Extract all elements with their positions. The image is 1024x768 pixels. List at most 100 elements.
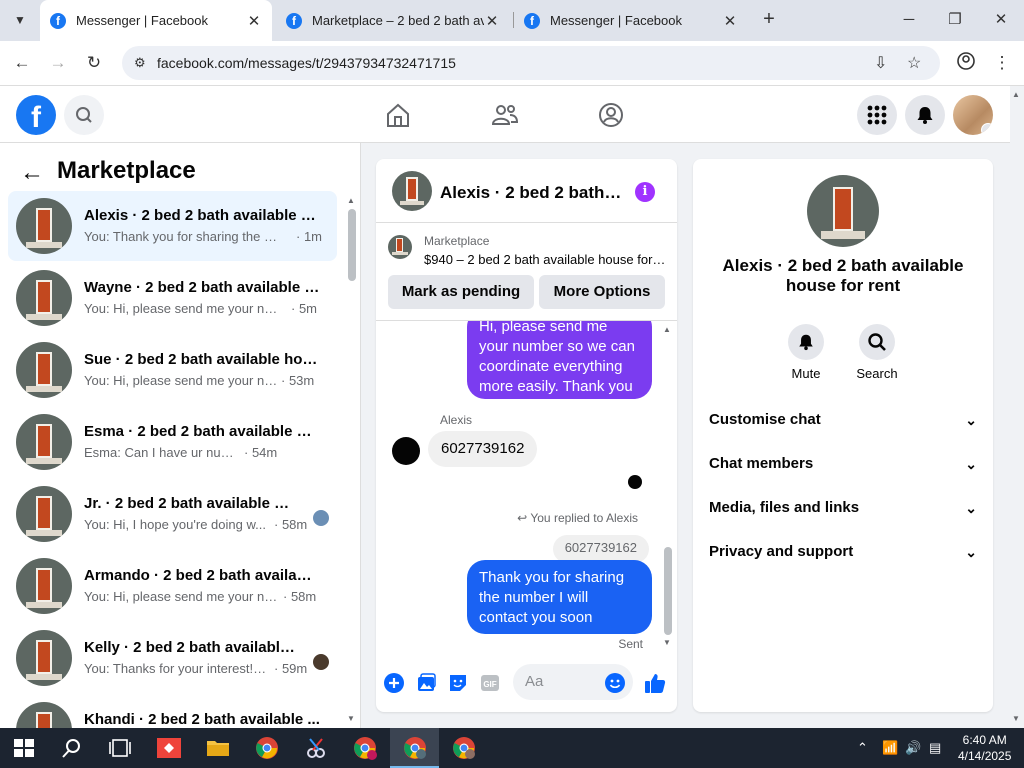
conversation-snippet: You: Thanks for your interest! T... [84, 661, 269, 676]
task-view-icon[interactable] [108, 736, 132, 760]
emoji-icon[interactable] [604, 672, 626, 694]
conversation-item[interactable]: Sue · 2 bed 2 bath available hou... You:… [8, 335, 337, 405]
search-icon[interactable] [859, 324, 895, 360]
close-tab-icon[interactable]: ✕ [484, 12, 500, 30]
chat-scroll-up-icon[interactable]: ▲ [663, 325, 671, 334]
incoming-message[interactable]: 6027739162 [428, 431, 538, 467]
mark-as-pending-button[interactable]: Mark as pending [388, 275, 534, 309]
minimize-window-icon[interactable]: ─ [894, 8, 924, 32]
anydesk-app-icon[interactable] [157, 736, 181, 760]
sticker-icon[interactable] [447, 672, 469, 694]
chrome-icon[interactable] [255, 736, 279, 760]
info-icon[interactable]: i [635, 182, 655, 202]
friends-icon[interactable] [490, 100, 520, 130]
tab-messenger-2[interactable]: f Messenger | Facebook ✕ [514, 0, 748, 41]
gif-icon[interactable]: GIF [479, 672, 501, 694]
install-app-icon[interactable]: ⇩ [874, 53, 887, 73]
chrome-second-profile-icon[interactable] [452, 736, 476, 760]
like-thumbs-up-icon[interactable] [643, 671, 667, 695]
mute-action[interactable]: Mute [776, 324, 836, 381]
groups-icon[interactable] [596, 100, 626, 130]
section-customise-chat[interactable]: Customise chat ⌄ [709, 408, 979, 432]
snipping-tool-icon[interactable] [304, 736, 328, 760]
forward-icon[interactable]: → [46, 51, 70, 75]
sidebar-scrollbar[interactable] [348, 209, 356, 281]
page-scroll-down-icon[interactable]: ▼ [1012, 714, 1020, 723]
back-icon[interactable]: ← [10, 51, 34, 75]
chrome-active-icon[interactable] [403, 736, 427, 760]
windows-start-icon[interactable] [12, 736, 36, 760]
search-icon[interactable] [64, 95, 104, 135]
conversation-time: · 54m [244, 445, 278, 460]
conversation-item[interactable]: Esma · 2 bed 2 bath available ho... Esma… [8, 407, 337, 477]
scroll-down-arrow-icon[interactable]: ▼ [347, 714, 355, 723]
reload-icon[interactable]: ↻ [82, 51, 106, 75]
menu-grid-icon[interactable] [857, 95, 897, 135]
photo-gallery-icon[interactable] [415, 672, 437, 694]
facebook-logo-icon[interactable]: f [16, 95, 56, 135]
notifications-bell-icon[interactable] [905, 95, 945, 135]
close-tab-icon[interactable]: ✕ [722, 12, 738, 30]
close-tab-icon[interactable]: ✕ [246, 12, 262, 30]
participant-avatar [313, 510, 329, 526]
conversation-name: Armando · 2 bed 2 bath availabl... [84, 567, 320, 584]
conversation-item[interactable]: Khandi · 2 bed 2 bath available ... [8, 695, 337, 728]
conversation-name: Sue · 2 bed 2 bath available hou... [84, 351, 320, 368]
chat-scroll-down-icon[interactable]: ▼ [663, 638, 671, 647]
tab-search-chevron-icon[interactable]: ▼ [8, 8, 32, 32]
clock-time: 6:40 AM [962, 733, 1007, 747]
section-chat-members[interactable]: Chat members ⌄ [709, 452, 979, 476]
url-text[interactable]: facebook.com/messages/t/2943793473247171… [157, 55, 456, 71]
conversation-snippet: Esma: Can I have ur number [84, 445, 244, 460]
taskbar-search-icon[interactable] [60, 736, 84, 760]
section-privacy-support[interactable]: Privacy and support ⌄ [709, 540, 979, 564]
section-label: Privacy and support [709, 543, 854, 560]
outgoing-message[interactable]: Hi, please send me your number so we can… [467, 321, 652, 399]
close-window-icon[interactable]: ✕ [986, 8, 1016, 32]
address-bar[interactable]: ⚙ facebook.com/messages/t/29437934732471… [122, 46, 940, 80]
tab-messenger-1[interactable]: f Messenger | Facebook ✕ [40, 0, 272, 41]
conversation-item[interactable]: Kelly · 2 bed 2 bath available ... You: … [8, 623, 337, 693]
home-icon[interactable] [383, 100, 413, 130]
browser-tab-strip: ▼ f Messenger | Facebook ✕ f Marketplace… [0, 0, 1024, 41]
conversation-item[interactable]: Alexis · 2 bed 2 bath available h... You… [8, 191, 337, 261]
show-hidden-icons-icon[interactable]: ⌃ [857, 740, 868, 756]
conversation-item[interactable]: Jr. · 2 bed 2 bath available ho... You: … [8, 479, 337, 549]
tab-marketplace[interactable]: f Marketplace – 2 bed 2 bath ava ✕ [276, 0, 510, 41]
volume-icon[interactable]: 🔊 [905, 740, 921, 756]
bookmark-star-icon[interactable]: ☆ [907, 53, 921, 73]
listing-title[interactable]: $940 – 2 bed 2 bath available house for … [424, 252, 666, 267]
conversation-time: · 1m [296, 229, 322, 244]
quoted-message[interactable]: 6027739162 [552, 535, 649, 563]
new-tab-plus-icon[interactable]: + [758, 8, 780, 32]
conversation-time: · 5m [291, 301, 317, 316]
sender-avatar[interactable] [392, 437, 420, 465]
reply-label: You replied to Alexis [530, 511, 638, 525]
network-icon[interactable]: 📶 [882, 740, 898, 756]
restore-window-icon[interactable]: ❐ [940, 8, 970, 32]
outgoing-message[interactable]: Thank you for sharing the number I will … [467, 560, 652, 634]
profile-icon[interactable] [954, 51, 978, 75]
scroll-up-arrow-icon[interactable]: ▲ [347, 196, 355, 205]
browser-menu-icon[interactable]: ⋮ [990, 51, 1014, 75]
more-options-button[interactable]: More Options [539, 275, 665, 309]
chat-thumbnail[interactable] [392, 171, 432, 211]
system-clock[interactable]: 6:40 AM 4/14/2025 [958, 732, 1011, 764]
conversation-item[interactable]: Wayne · 2 bed 2 bath available h... You:… [8, 263, 337, 333]
back-arrow-icon[interactable]: ← [20, 159, 44, 187]
chrome-profile-icon[interactable] [353, 736, 377, 760]
section-media-files-links[interactable]: Media, files and links ⌄ [709, 496, 979, 520]
conversation-item[interactable]: Armando · 2 bed 2 bath availabl... You: … [8, 551, 337, 621]
listing-thumbnail[interactable] [388, 235, 412, 259]
listing-large-thumbnail[interactable] [807, 175, 879, 247]
plus-circle-icon[interactable] [383, 672, 405, 694]
account-avatar[interactable]: ⌄ [953, 95, 993, 135]
file-explorer-icon[interactable] [206, 736, 230, 760]
bell-icon[interactable] [788, 324, 824, 360]
chat-title[interactable]: Alexis · 2 bed 2 bath available house fo… [440, 183, 625, 203]
chat-scrollbar[interactable] [664, 547, 672, 635]
notification-center-icon[interactable]: ▤ [929, 740, 941, 756]
page-scroll-up-icon[interactable]: ▲ [1012, 90, 1020, 99]
site-info-icon[interactable]: ⚙ [134, 55, 146, 71]
search-action[interactable]: Search [847, 324, 907, 381]
